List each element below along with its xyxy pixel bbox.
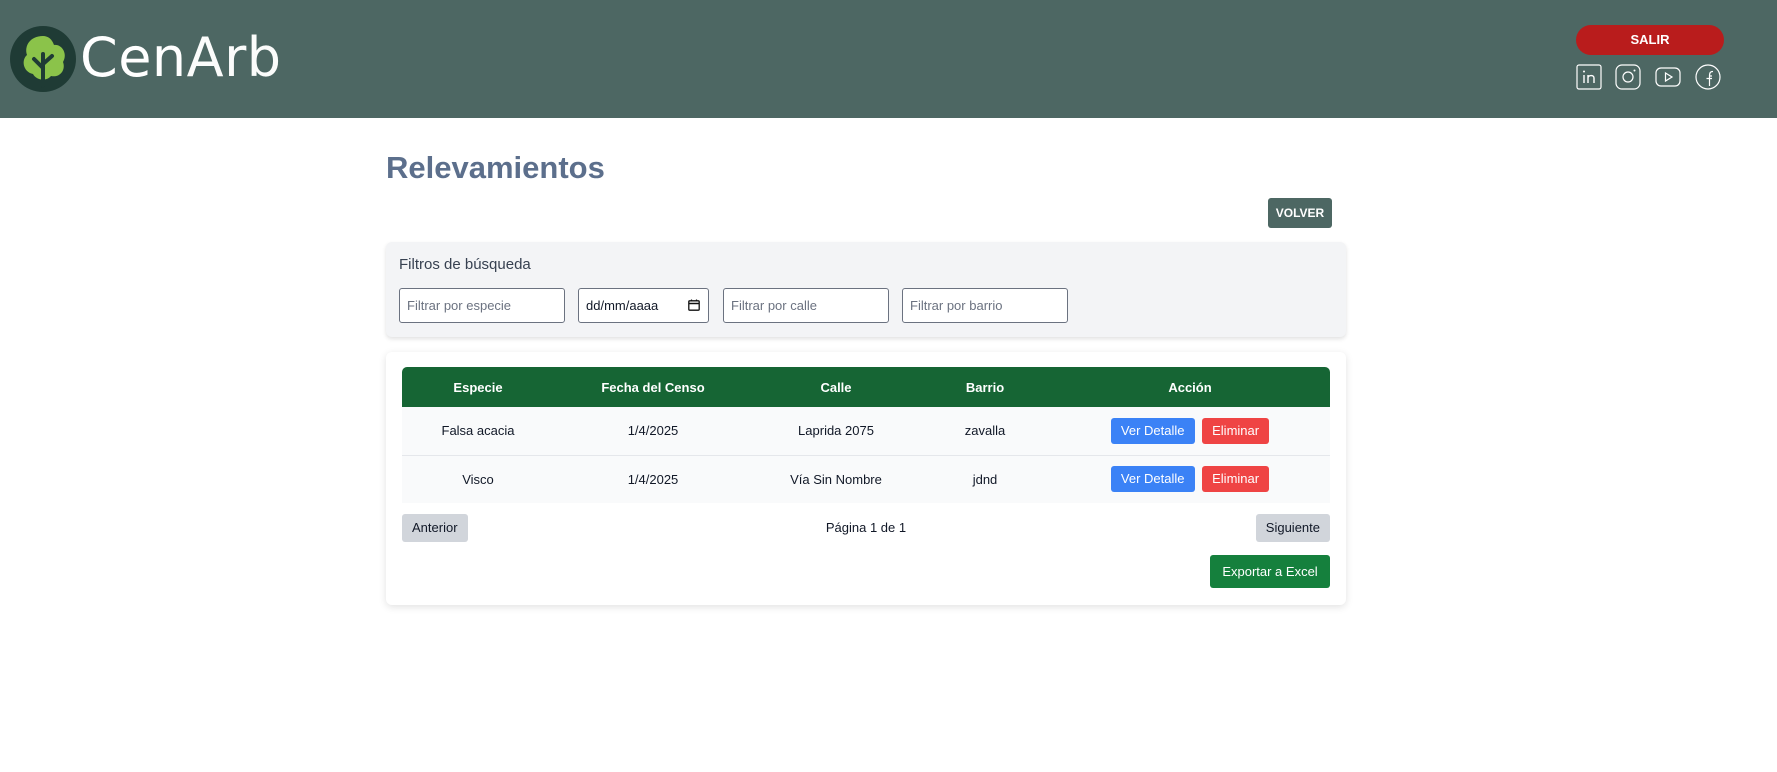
column-header-accion: Acción [1168,379,1212,395]
view-detail-button[interactable]: Ver Detalle [1110,466,1195,493]
view-detail-button[interactable]: Ver Detalle [1110,417,1195,444]
cell-calle: Laprida 2075 [798,423,874,439]
next-page-button[interactable]: Siguiente [1255,514,1330,542]
delete-button[interactable]: Eliminar [1202,466,1270,493]
results-panel: Especie Fecha del Censo Calle Barrio Acc… [386,352,1346,605]
cell-fecha: 1/4/2025 [627,423,679,439]
cell-barrio: zavalla [964,423,1006,439]
table-header-row: Especie Fecha del Censo Calle Barrio Acc… [402,367,1330,407]
delete-button[interactable]: Eliminar [1202,417,1270,444]
cell-accion: Ver Detalle Eliminar [1050,407,1330,455]
filters-title: Filtros de búsqueda [399,256,531,273]
tree-logo-icon [8,24,78,94]
species-filter-input[interactable]: Filtrar por especie [399,288,565,323]
brand-part-1: Cen [80,26,187,89]
cell-calle: Vía Sin Nombre [790,471,882,487]
page-title: Relevamientos [386,150,605,185]
top-header: CenArb SALIR [0,0,1777,118]
cell-barrio: jdnd [972,471,998,487]
logout-button[interactable]: SALIR [1576,25,1724,55]
cell-especie: Visco [462,471,494,487]
cell-especie: Falsa acacia [441,423,515,439]
column-header-barrio: Barrio [965,379,1005,395]
table-row: Falsa acacia 1/4/2025 Laprida 2075 zaval… [402,407,1330,455]
facebook-icon[interactable] [1695,64,1721,90]
column-header-calle: Calle [820,379,852,395]
back-button[interactable]: VOLVER [1268,198,1332,228]
calendar-icon[interactable] [688,299,700,311]
instagram-icon[interactable] [1615,64,1641,90]
date-filter-input[interactable]: dd/mm/aaaa [578,288,709,323]
brand-name: CenArb [80,26,282,90]
table-row: Visco 1/4/2025 Vía Sin Nombre jdnd Ver D… [402,455,1330,503]
export-excel-button[interactable]: Exportar a Excel [1210,555,1330,588]
search-filters-panel: Filtros de búsqueda Filtrar por especie … [386,242,1346,337]
neighborhood-filter-input[interactable]: Filtrar por barrio [902,288,1068,323]
date-filter-value: dd/mm/aaaa [586,298,659,313]
youtube-icon[interactable] [1655,64,1681,90]
cell-fecha: 1/4/2025 [627,471,679,487]
column-header-fecha: Fecha del Censo [601,379,705,395]
pagination-status: Página 1 de 1 [825,520,907,535]
street-filter-input[interactable]: Filtrar por calle [723,288,889,323]
previous-page-button[interactable]: Anterior [402,514,468,542]
surveys-table: Especie Fecha del Censo Calle Barrio Acc… [402,367,1330,503]
cell-accion: Ver Detalle Eliminar [1050,455,1330,503]
linkedin-icon[interactable] [1576,64,1602,90]
brand-part-2: Arb [186,26,282,89]
column-header-especie: Especie [453,379,503,395]
